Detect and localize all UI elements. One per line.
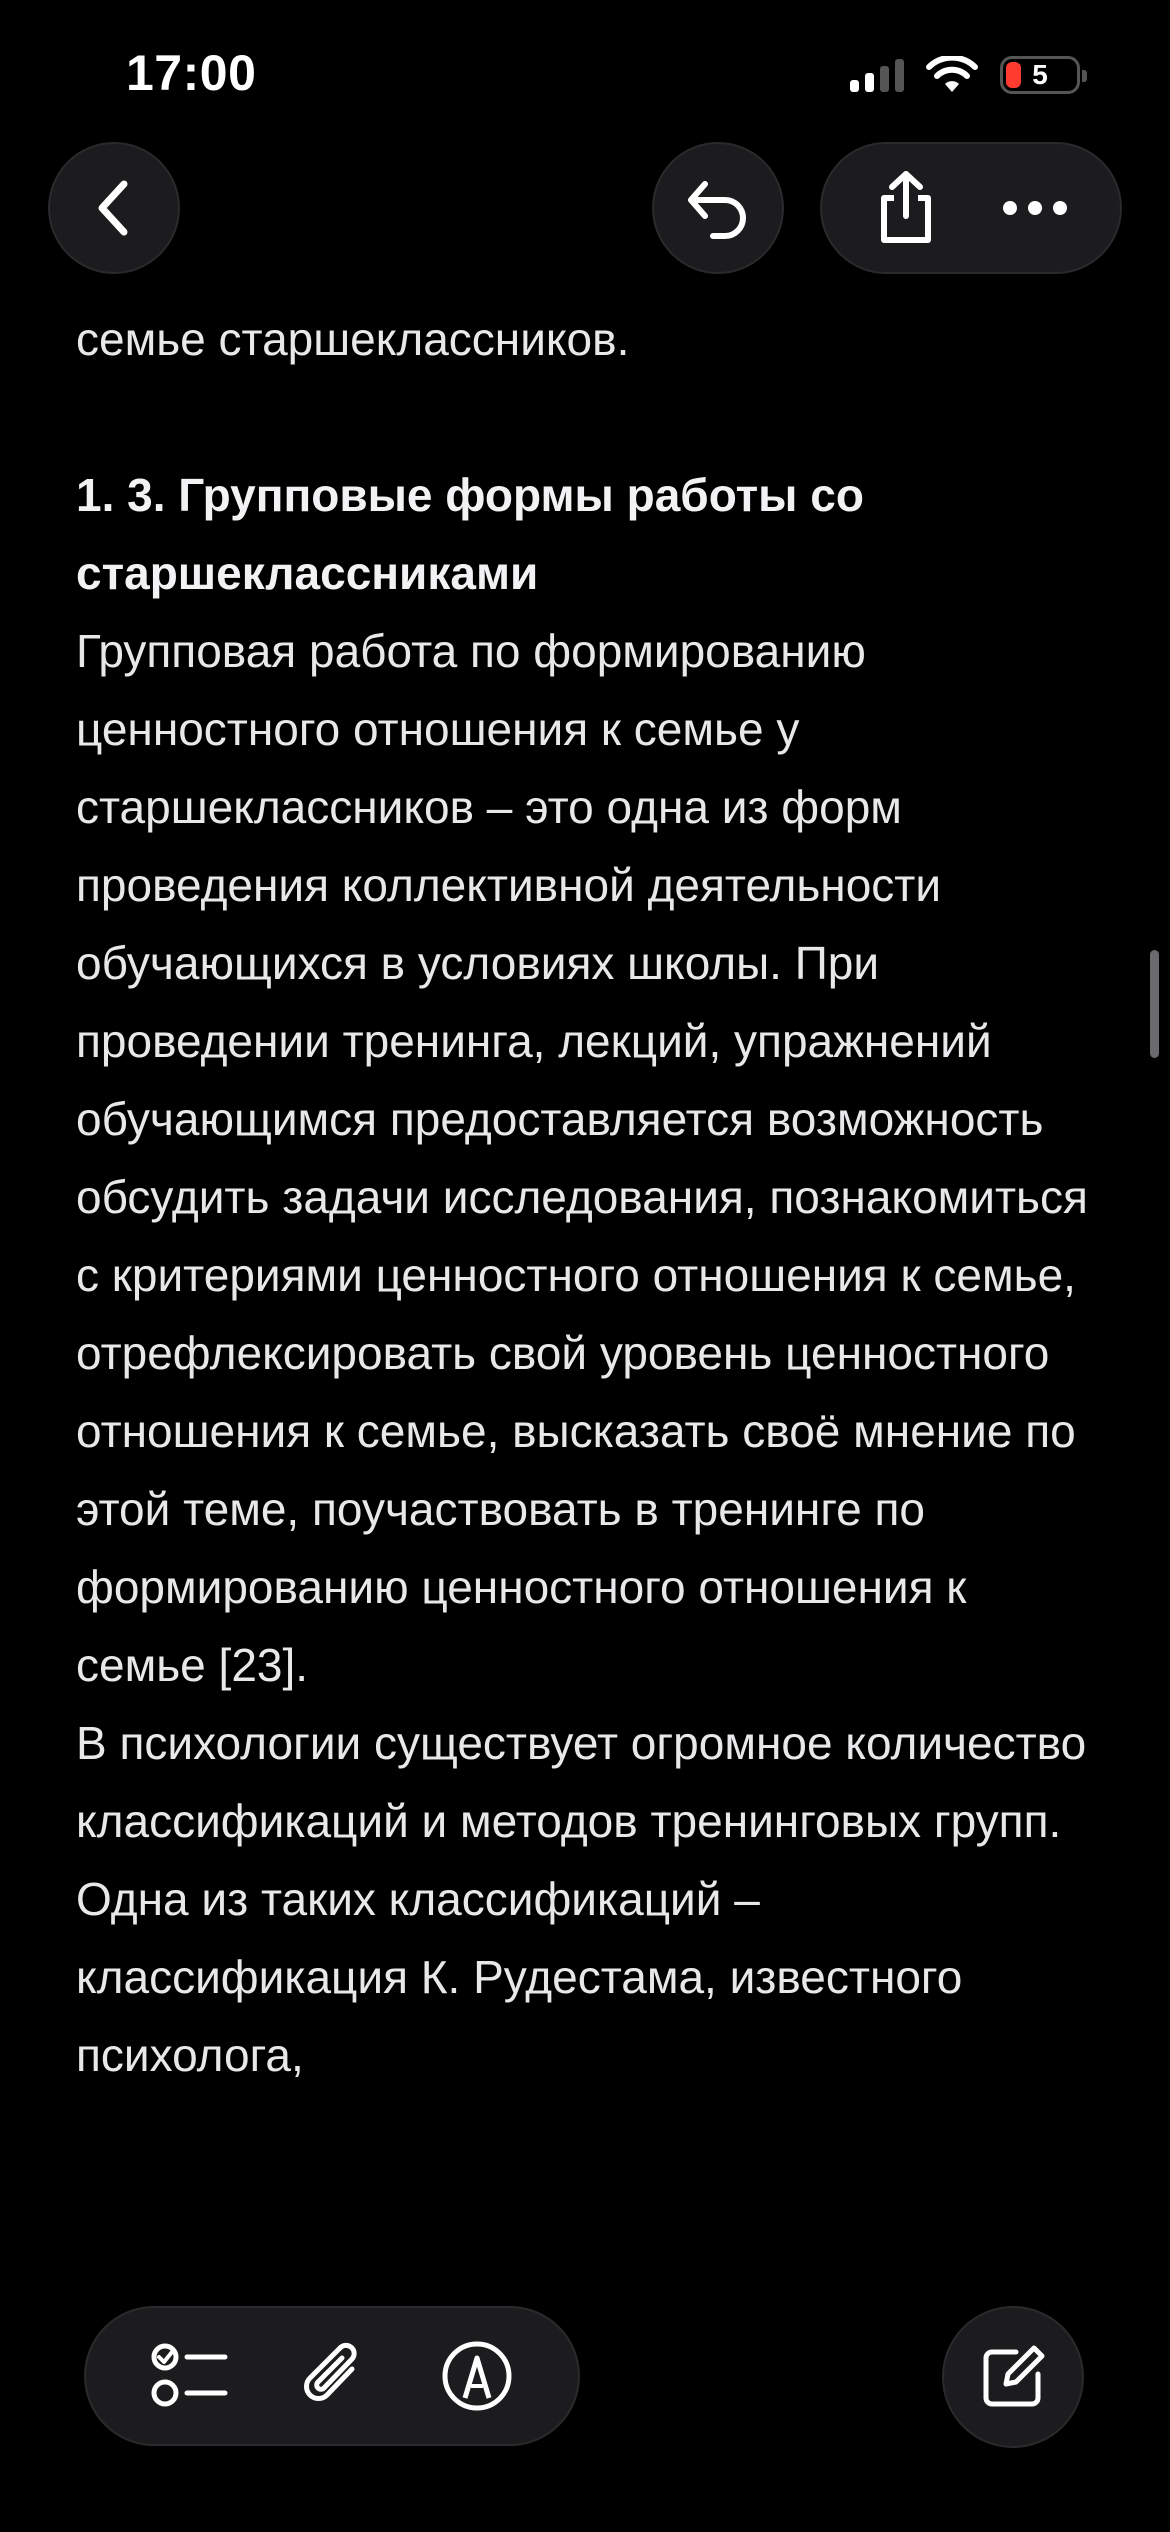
status-time: 17:00	[126, 45, 257, 101]
note-paragraph: Групповая работа по формированию ценност…	[76, 625, 1088, 1691]
compose-button[interactable]	[942, 2306, 1084, 2448]
markup-pen-icon[interactable]	[441, 2340, 513, 2412]
status-icons: 5	[850, 56, 1087, 94]
undo-icon	[683, 176, 753, 240]
battery-level: 5	[1032, 59, 1048, 90]
note-body[interactable]: семье старшеклассников. 1. 3. Групповые …	[76, 300, 1096, 2260]
checklist-icon[interactable]	[151, 2341, 229, 2411]
paperclip-icon[interactable]	[300, 2339, 370, 2413]
note-paragraph: В психологии существует огромное количес…	[76, 1717, 1087, 2081]
share-icon[interactable]	[874, 170, 938, 246]
undo-button[interactable]	[652, 142, 784, 274]
back-button[interactable]	[48, 142, 180, 274]
signal-icon	[850, 58, 904, 92]
bottom-toolbar	[84, 2306, 580, 2446]
more-icon[interactable]	[1002, 200, 1068, 216]
note-text-top: семье старшеклассников.	[76, 313, 630, 365]
scrollbar[interactable]	[1150, 950, 1159, 1058]
back-chevron-icon	[90, 178, 138, 238]
battery-icon: 5	[1000, 56, 1087, 94]
content-fade	[0, 2210, 1170, 2270]
compose-icon	[978, 2342, 1048, 2412]
notes-screen: 17:00 5 семье старшеклассников. 1. 3. Гр…	[0, 0, 1170, 2532]
share-more-group	[820, 142, 1122, 274]
wifi-icon	[926, 56, 978, 94]
note-heading: 1. 3. Групповые формы работы со старшекл…	[76, 469, 877, 599]
